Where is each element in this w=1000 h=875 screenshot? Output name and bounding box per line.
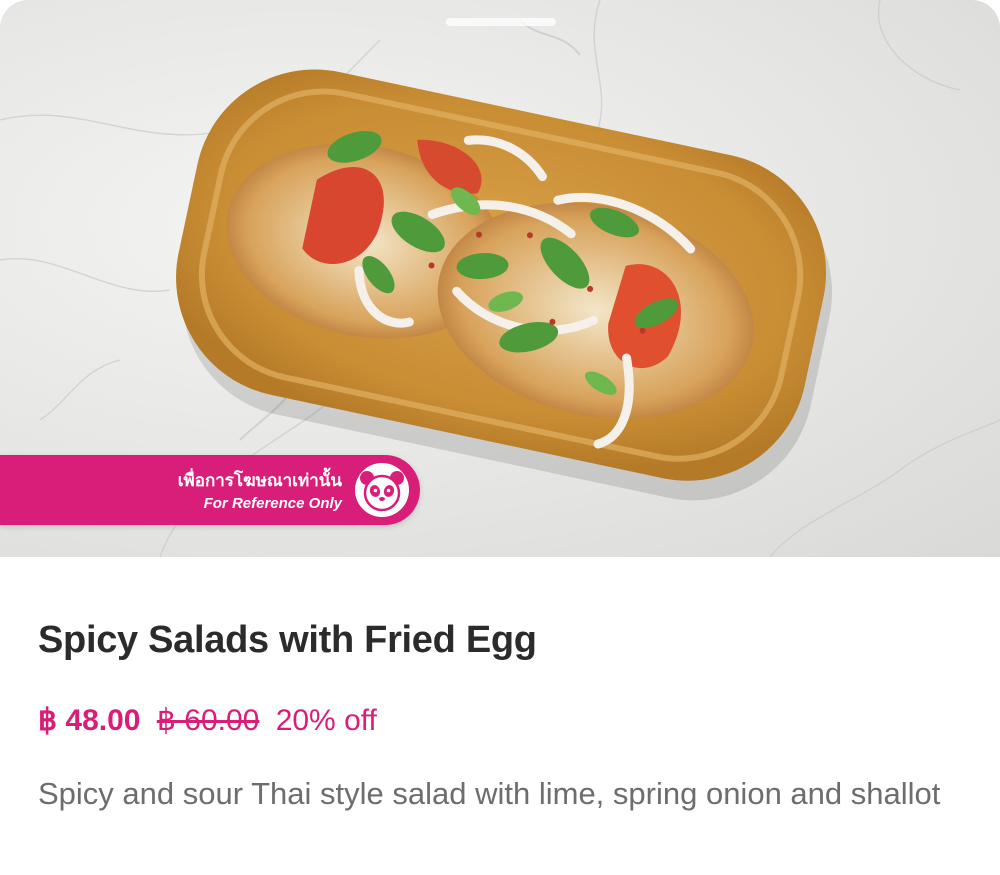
reference-only-badge: เพื่อการโฆษณาเท่านั้น For Reference Only: [0, 455, 420, 525]
foodpanda-panda-icon: [355, 463, 409, 517]
original-price: ฿ 60.00: [156, 704, 260, 737]
item-description: Spicy and sour Thai style salad with lim…: [38, 776, 941, 811]
price-row: ฿ 48.00 ฿ 60.00 20% off: [38, 703, 377, 738]
item-detail-sheet: เพื่อการโฆษณาเท่านั้น For Reference Only…: [0, 0, 1000, 875]
item-title: Spicy Salads with Fried Egg: [38, 619, 537, 661]
sheet-drag-handle[interactable]: [446, 18, 556, 26]
food-photo: เพื่อการโฆษณาเท่านั้น For Reference Only: [0, 0, 1000, 557]
current-price: ฿ 48.00: [38, 704, 141, 737]
badge-english-label: For Reference Only: [203, 495, 342, 512]
badge-thai-label: เพื่อการโฆษณาเท่านั้น: [177, 471, 342, 490]
discount-label: 20% off: [275, 704, 377, 737]
